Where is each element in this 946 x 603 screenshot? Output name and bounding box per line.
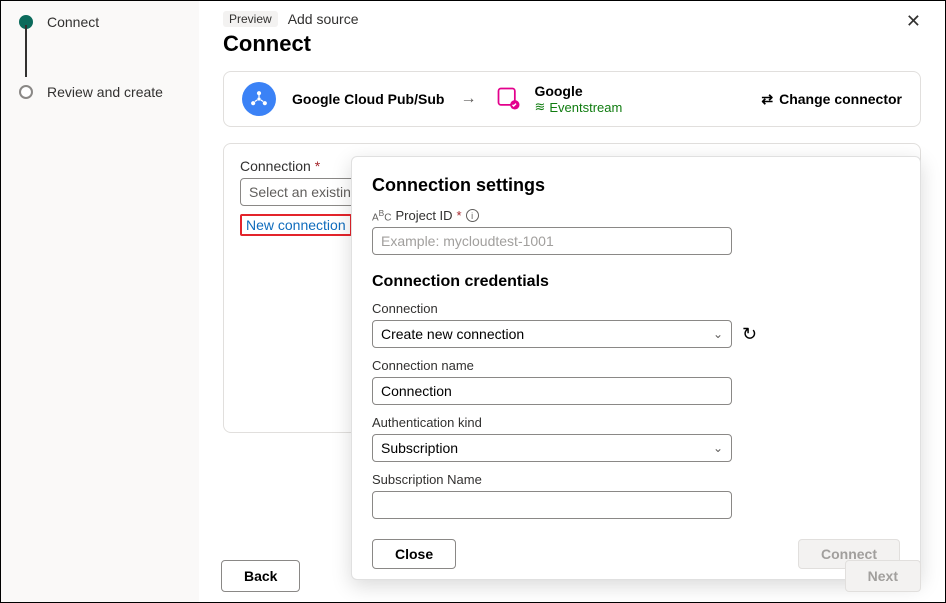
connection-dropdown-value: Create new connection [381, 326, 524, 342]
dest-subtitle: Eventstream [549, 100, 622, 115]
credentials-heading: Connection credentials [372, 273, 888, 291]
change-connector-label: Change connector [779, 91, 902, 107]
next-button: Next [845, 560, 921, 592]
step-review[interactable]: Review and create [19, 83, 181, 101]
new-connection-link[interactable]: New connection [240, 214, 352, 236]
connection-select-text: Select an existing [249, 184, 359, 200]
auth-kind-value: Subscription [381, 440, 458, 456]
connection-name-input[interactable] [372, 377, 732, 405]
step-label: Review and create [47, 83, 163, 101]
step-dot-pending [19, 85, 33, 99]
dest-title: Google [534, 83, 622, 99]
change-connector-button[interactable]: ⇄ Change connector [761, 91, 902, 108]
flyout-scroll[interactable]: Connection settings ABC Project ID * i C… [372, 175, 900, 529]
step-connector-line [25, 25, 27, 77]
step-connect[interactable]: Connect [19, 13, 181, 31]
subscription-name-input[interactable] [372, 491, 732, 519]
close-icon[interactable]: ✕ [906, 11, 921, 32]
refresh-icon[interactable]: ↻ [742, 324, 757, 345]
auth-kind-dropdown[interactable]: Subscription ⌄ [372, 434, 732, 462]
wizard-rail: Connect Review and create [1, 1, 199, 602]
wizard-footer: Back Next [221, 560, 921, 592]
auth-kind-label: Authentication kind [372, 415, 888, 430]
abc-type-icon: ABC [372, 208, 391, 223]
stream-icon: ≋ [534, 99, 545, 115]
project-id-input[interactable] [372, 227, 732, 255]
pubsub-icon [242, 82, 276, 116]
eventstream-icon [492, 82, 526, 116]
settings-heading: Connection settings [372, 175, 888, 196]
page-title: Connect [223, 31, 921, 57]
connection-name-label: Connection name [372, 358, 888, 373]
connector-card: Google Cloud Pub/Sub → Google ≋ Eventstre… [223, 71, 921, 127]
project-id-label: ABC Project ID * i [372, 208, 888, 223]
info-icon[interactable]: i [466, 209, 479, 222]
breadcrumb: Preview Add source [223, 11, 921, 27]
connection-settings-flyout: Connection settings ABC Project ID * i C… [351, 156, 921, 580]
breadcrumb-text: Add source [288, 11, 359, 27]
arrow-right-icon: → [460, 90, 476, 108]
connection-dropdown[interactable]: Create new connection ⌄ [372, 320, 732, 348]
back-button[interactable]: Back [221, 560, 300, 592]
swap-icon: ⇄ [761, 91, 773, 108]
connection-label: Connection [372, 301, 888, 316]
subscription-name-label: Subscription Name [372, 472, 888, 487]
source-name: Google Cloud Pub/Sub [292, 91, 444, 107]
destination-block: Google ≋ Eventstream [492, 82, 622, 116]
chevron-down-icon: ⌄ [713, 441, 723, 455]
step-label: Connect [47, 13, 99, 31]
chevron-down-icon: ⌄ [713, 327, 723, 341]
preview-badge: Preview [223, 11, 278, 27]
